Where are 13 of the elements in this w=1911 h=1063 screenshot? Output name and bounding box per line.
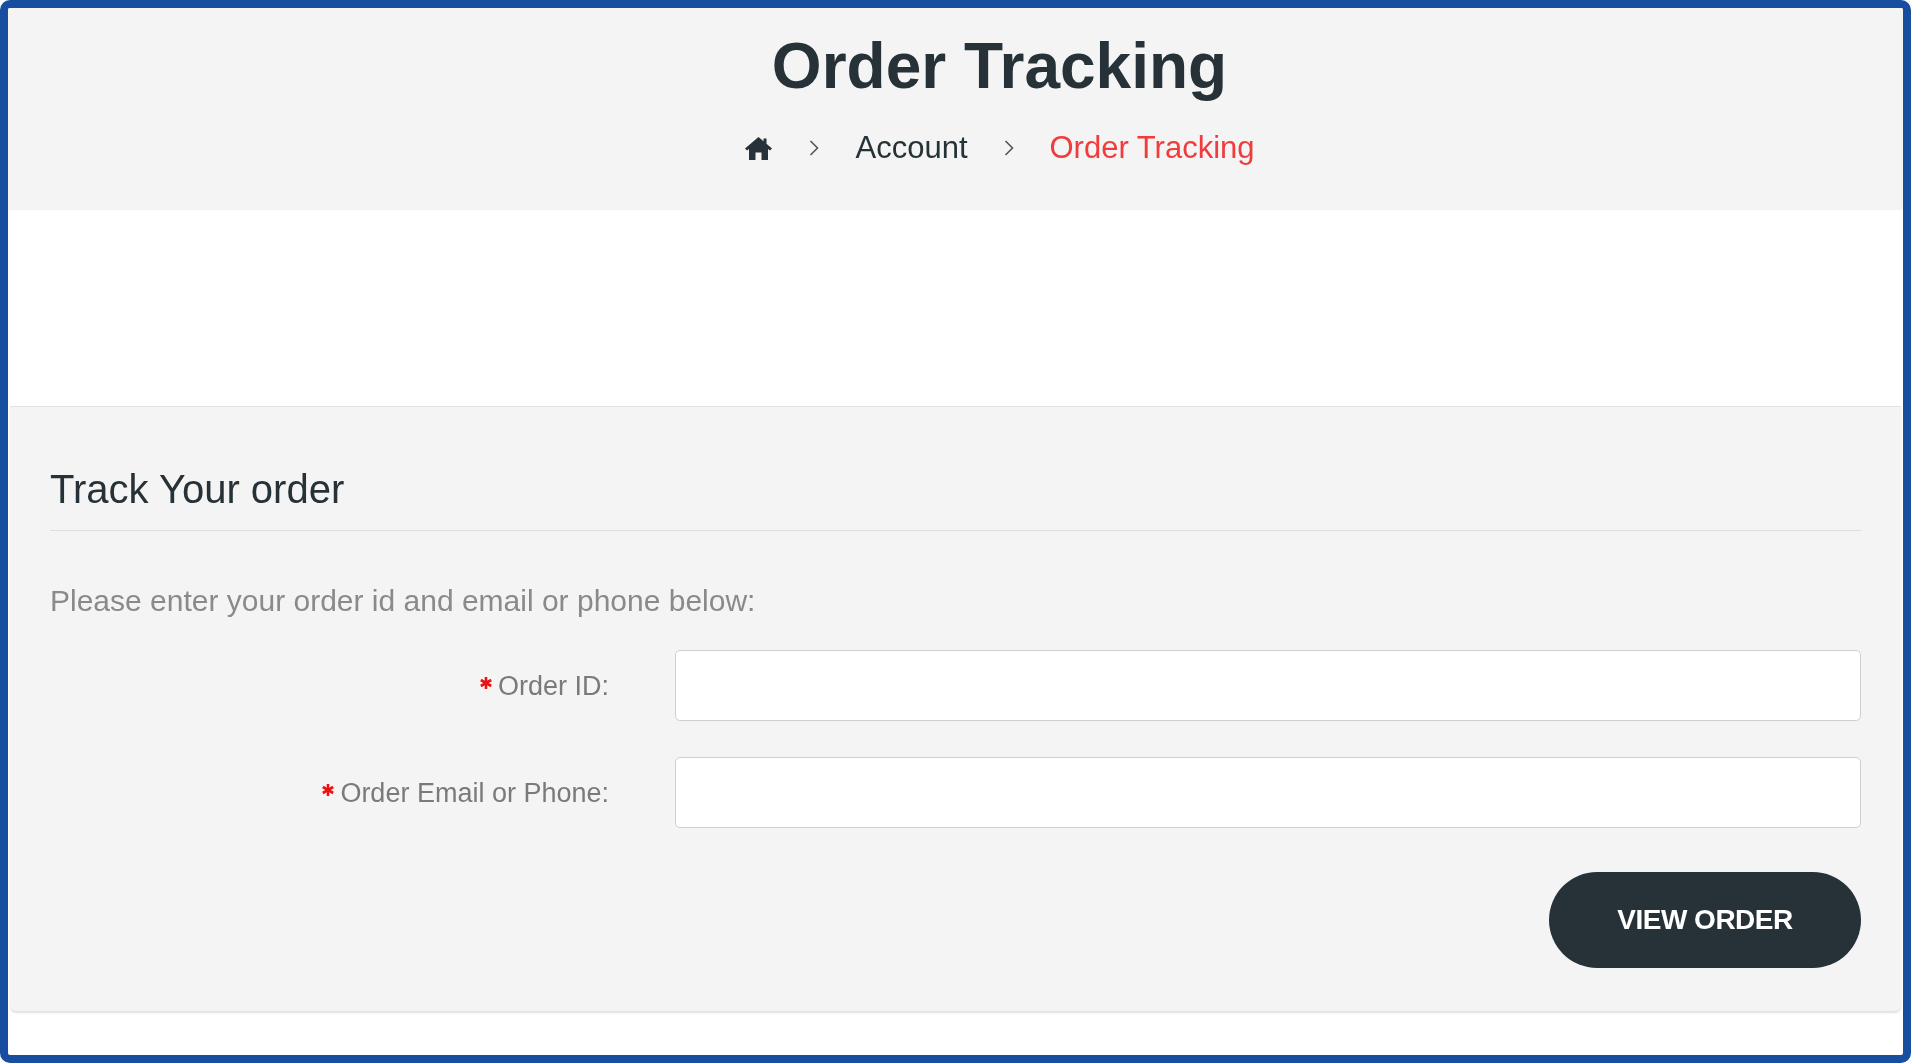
input-field[interactable] [675, 650, 1861, 721]
breadcrumb-link[interactable]: Account [855, 130, 968, 166]
view-order-button[interactable]: VIEW ORDER [1549, 872, 1861, 968]
field-label: Order Email or Phone: [340, 776, 609, 810]
field-label: Order ID: [497, 669, 609, 703]
instructions-text: Please enter your order id and email or phone below: [50, 583, 756, 619]
chevron-right-icon [1003, 140, 1014, 156]
chevron-right-icon [809, 140, 820, 156]
breadcrumb-current[interactable]: Order Tracking [1049, 130, 1255, 166]
home-icon[interactable] [744, 135, 774, 161]
form-title: Track Your order [50, 466, 345, 513]
input-field[interactable] [675, 757, 1861, 828]
page-title: Order Tracking [771, 30, 1228, 102]
